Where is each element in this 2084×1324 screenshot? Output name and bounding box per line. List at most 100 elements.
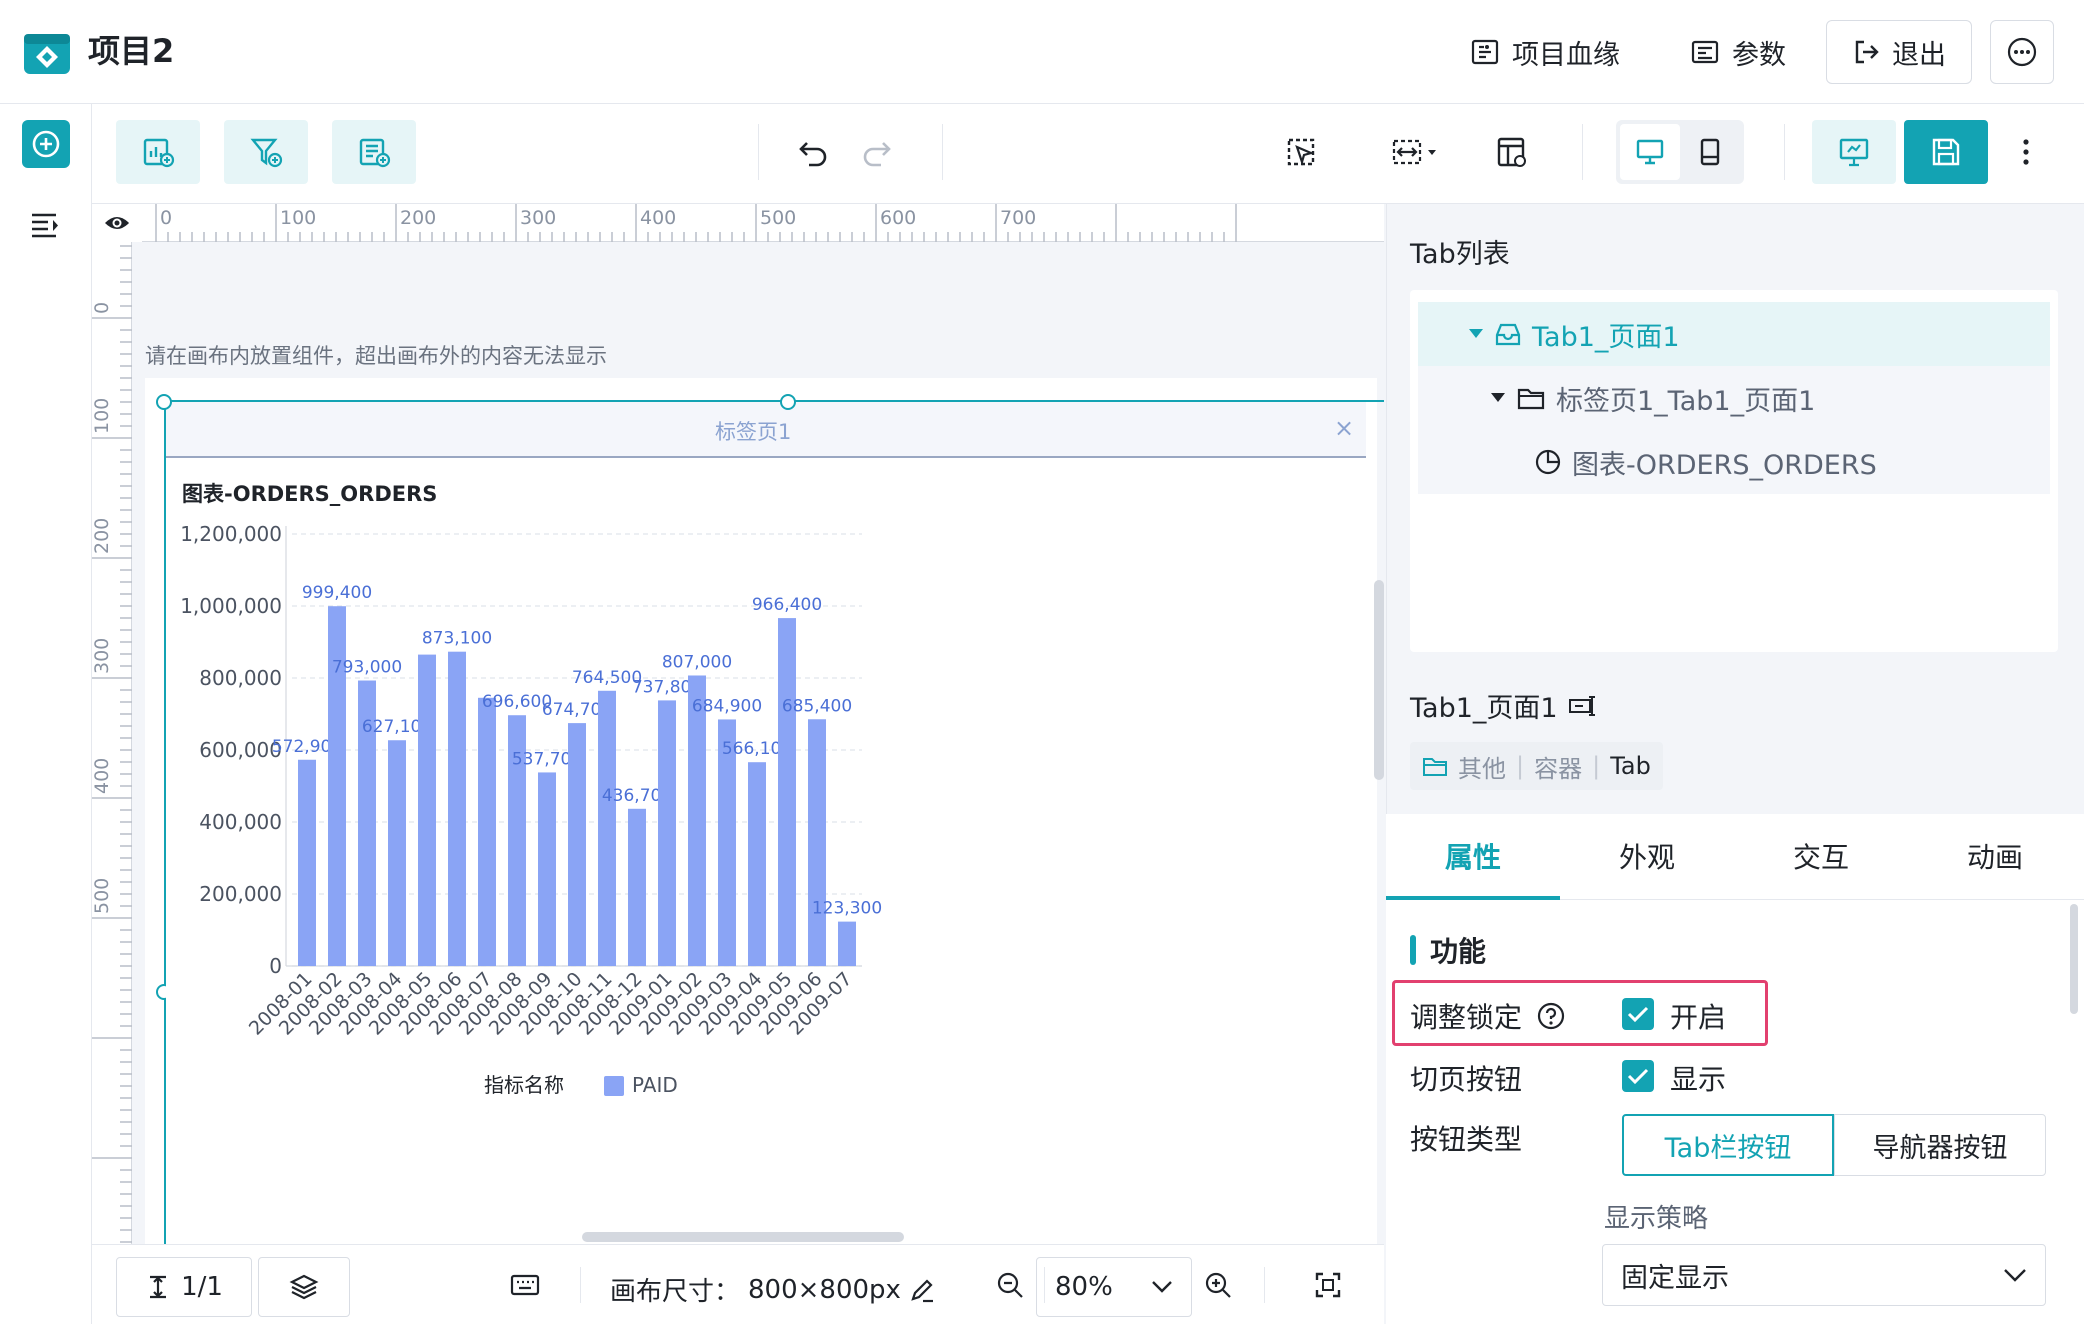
preview-icon	[1839, 138, 1869, 167]
tree-label: Tab1_页面1	[1532, 321, 1680, 353]
display-strategy-value: 固定显示	[1621, 1262, 1729, 1294]
canvas-size[interactable]: 画布尺寸： 800×800px	[610, 1271, 935, 1308]
exit-icon	[1855, 40, 1879, 64]
bar	[538, 772, 556, 966]
ruler-label: 0	[160, 207, 172, 229]
rename-icon[interactable]	[1568, 694, 1598, 718]
plus-circle-icon	[32, 130, 60, 158]
selected-component-name[interactable]: Tab1_页面1	[1410, 686, 1598, 725]
tree-item-tabpage[interactable]: 标签页1_Tab1_页面1	[1418, 366, 2050, 430]
undo-icon	[799, 142, 827, 167]
add-component-button[interactable]	[22, 120, 70, 168]
zoom-value: 80%	[1055, 1272, 1113, 1302]
resize-handle-top[interactable]	[780, 394, 796, 410]
pie-chart-icon	[1535, 449, 1561, 475]
resize-lock-text: 调整锁定	[1410, 1001, 1523, 1034]
fit-screen-icon[interactable]	[1314, 1271, 1342, 1299]
bar	[628, 808, 646, 966]
page-button-checkbox[interactable]	[1622, 1060, 1654, 1092]
y-tick-label: 0	[269, 954, 282, 978]
layers-icon	[289, 1274, 319, 1300]
logo-icon	[24, 34, 70, 74]
outline-list-icon[interactable]	[28, 208, 64, 244]
editor-toolbar	[92, 104, 2084, 204]
tab-properties[interactable]: 属性	[1386, 836, 1560, 876]
ruler-label: 0	[92, 302, 113, 314]
exit-button[interactable]: 退出	[1826, 20, 1972, 84]
legend-title: 指标名称	[484, 1073, 564, 1097]
page-settings-button[interactable]	[1490, 130, 1534, 174]
folder-icon	[1517, 388, 1545, 410]
data-label: 966,400	[752, 595, 822, 615]
save-button[interactable]	[1904, 120, 1988, 184]
params-button[interactable]: 参数	[1690, 28, 1786, 76]
section-title: 功能	[1430, 935, 1487, 968]
more-menu-button[interactable]	[1990, 20, 2054, 84]
resize-lock-checkbox[interactable]	[1622, 998, 1654, 1030]
ruler-label: 400	[640, 207, 676, 229]
save-icon	[1932, 138, 1960, 166]
zoom-in-icon[interactable]	[1204, 1271, 1232, 1299]
resize-lock-value: 开启	[1670, 1001, 1727, 1034]
canvas-size-value: 800×800px	[748, 1274, 901, 1305]
vertical-scrollbar[interactable]	[1374, 580, 1384, 780]
eye-icon[interactable]	[92, 204, 142, 242]
chart-title: 图表-ORDERS_ORDERS	[182, 482, 438, 506]
tree-label: 图表-ORDERS_ORDERS	[1572, 449, 1877, 481]
bar	[568, 723, 586, 966]
property-scrollbar[interactable]	[2070, 904, 2078, 1014]
ruler-label: 200	[400, 207, 436, 229]
bar-chart[interactable]: 0 200,000 400,000 600,000 800,000 1,000,000 1,…	[166, 510, 1166, 1120]
zoom-out-icon[interactable]	[996, 1271, 1024, 1299]
mobile-view-button[interactable]	[1680, 124, 1740, 180]
add-chart-button[interactable]	[116, 120, 200, 184]
page-settings-icon	[1497, 137, 1526, 167]
align-dropdown-button[interactable]	[1382, 130, 1452, 174]
redo-button[interactable]	[854, 130, 898, 174]
horizontal-scrollbar[interactable]	[582, 1232, 904, 1242]
tab-label[interactable]: 标签页1	[715, 416, 791, 446]
page-button-label: 切页按钮	[1410, 1063, 1523, 1096]
tab-bar-button-option[interactable]: Tab栏按钮	[1622, 1114, 1834, 1176]
add-filter-button[interactable]	[224, 120, 308, 184]
tab-appearance[interactable]: 外观	[1560, 836, 1734, 876]
help-icon[interactable]	[1536, 1001, 1566, 1031]
folder-icon	[1423, 758, 1447, 776]
device-switch	[1616, 120, 1744, 184]
bar	[478, 697, 496, 966]
toolbar-more-button[interactable]	[2004, 130, 2048, 174]
resize-handle-tl[interactable]	[156, 394, 172, 410]
tree-item-tab1[interactable]: Tab1_页面1	[1418, 302, 2050, 366]
edit-pen-icon[interactable]	[909, 1277, 935, 1303]
layers-button[interactable]	[258, 1257, 350, 1317]
tab-animation[interactable]: 动画	[1908, 836, 2082, 876]
desktop-view-button[interactable]	[1620, 124, 1680, 180]
bar	[298, 759, 316, 966]
keyboard-icon[interactable]	[510, 1273, 540, 1297]
y-tick-label: 1,200,000	[180, 522, 282, 546]
ruler-label: 200	[92, 518, 113, 554]
preview-button[interactable]	[1812, 120, 1896, 184]
data-label: 873,100	[422, 629, 492, 649]
display-strategy-select[interactable]: 固定显示	[1602, 1244, 2046, 1306]
y-tick-label: 800,000	[199, 666, 282, 690]
navigator-button-option[interactable]: 导航器按钮	[1834, 1114, 2046, 1176]
page-fit-icon	[150, 1275, 167, 1299]
check-icon	[1627, 1068, 1649, 1085]
canvas-size-label: 画布尺寸：	[610, 1277, 741, 1307]
tab-interaction[interactable]: 交互	[1734, 836, 1908, 876]
ruler-label: 500	[92, 878, 113, 914]
tab-close-icon[interactable]: ×	[1334, 414, 1354, 442]
y-tick-label: 200,000	[199, 882, 282, 906]
undo-button[interactable]	[792, 130, 836, 174]
button-type-label: 按钮类型	[1410, 1123, 1523, 1156]
add-report-button[interactable]	[332, 120, 416, 184]
lineage-button[interactable]: 项目血缘	[1470, 28, 1620, 76]
zoom-select[interactable]: 80%	[1036, 1257, 1192, 1317]
tree-item-chart[interactable]: 图表-ORDERS_ORDERS	[1418, 430, 2050, 494]
page-nav-button[interactable]: 1/1	[116, 1257, 252, 1317]
bar	[658, 700, 676, 966]
ruler-label: 100	[280, 207, 316, 229]
data-label: 807,000	[662, 652, 732, 672]
cursor-select-button[interactable]	[1280, 130, 1324, 174]
